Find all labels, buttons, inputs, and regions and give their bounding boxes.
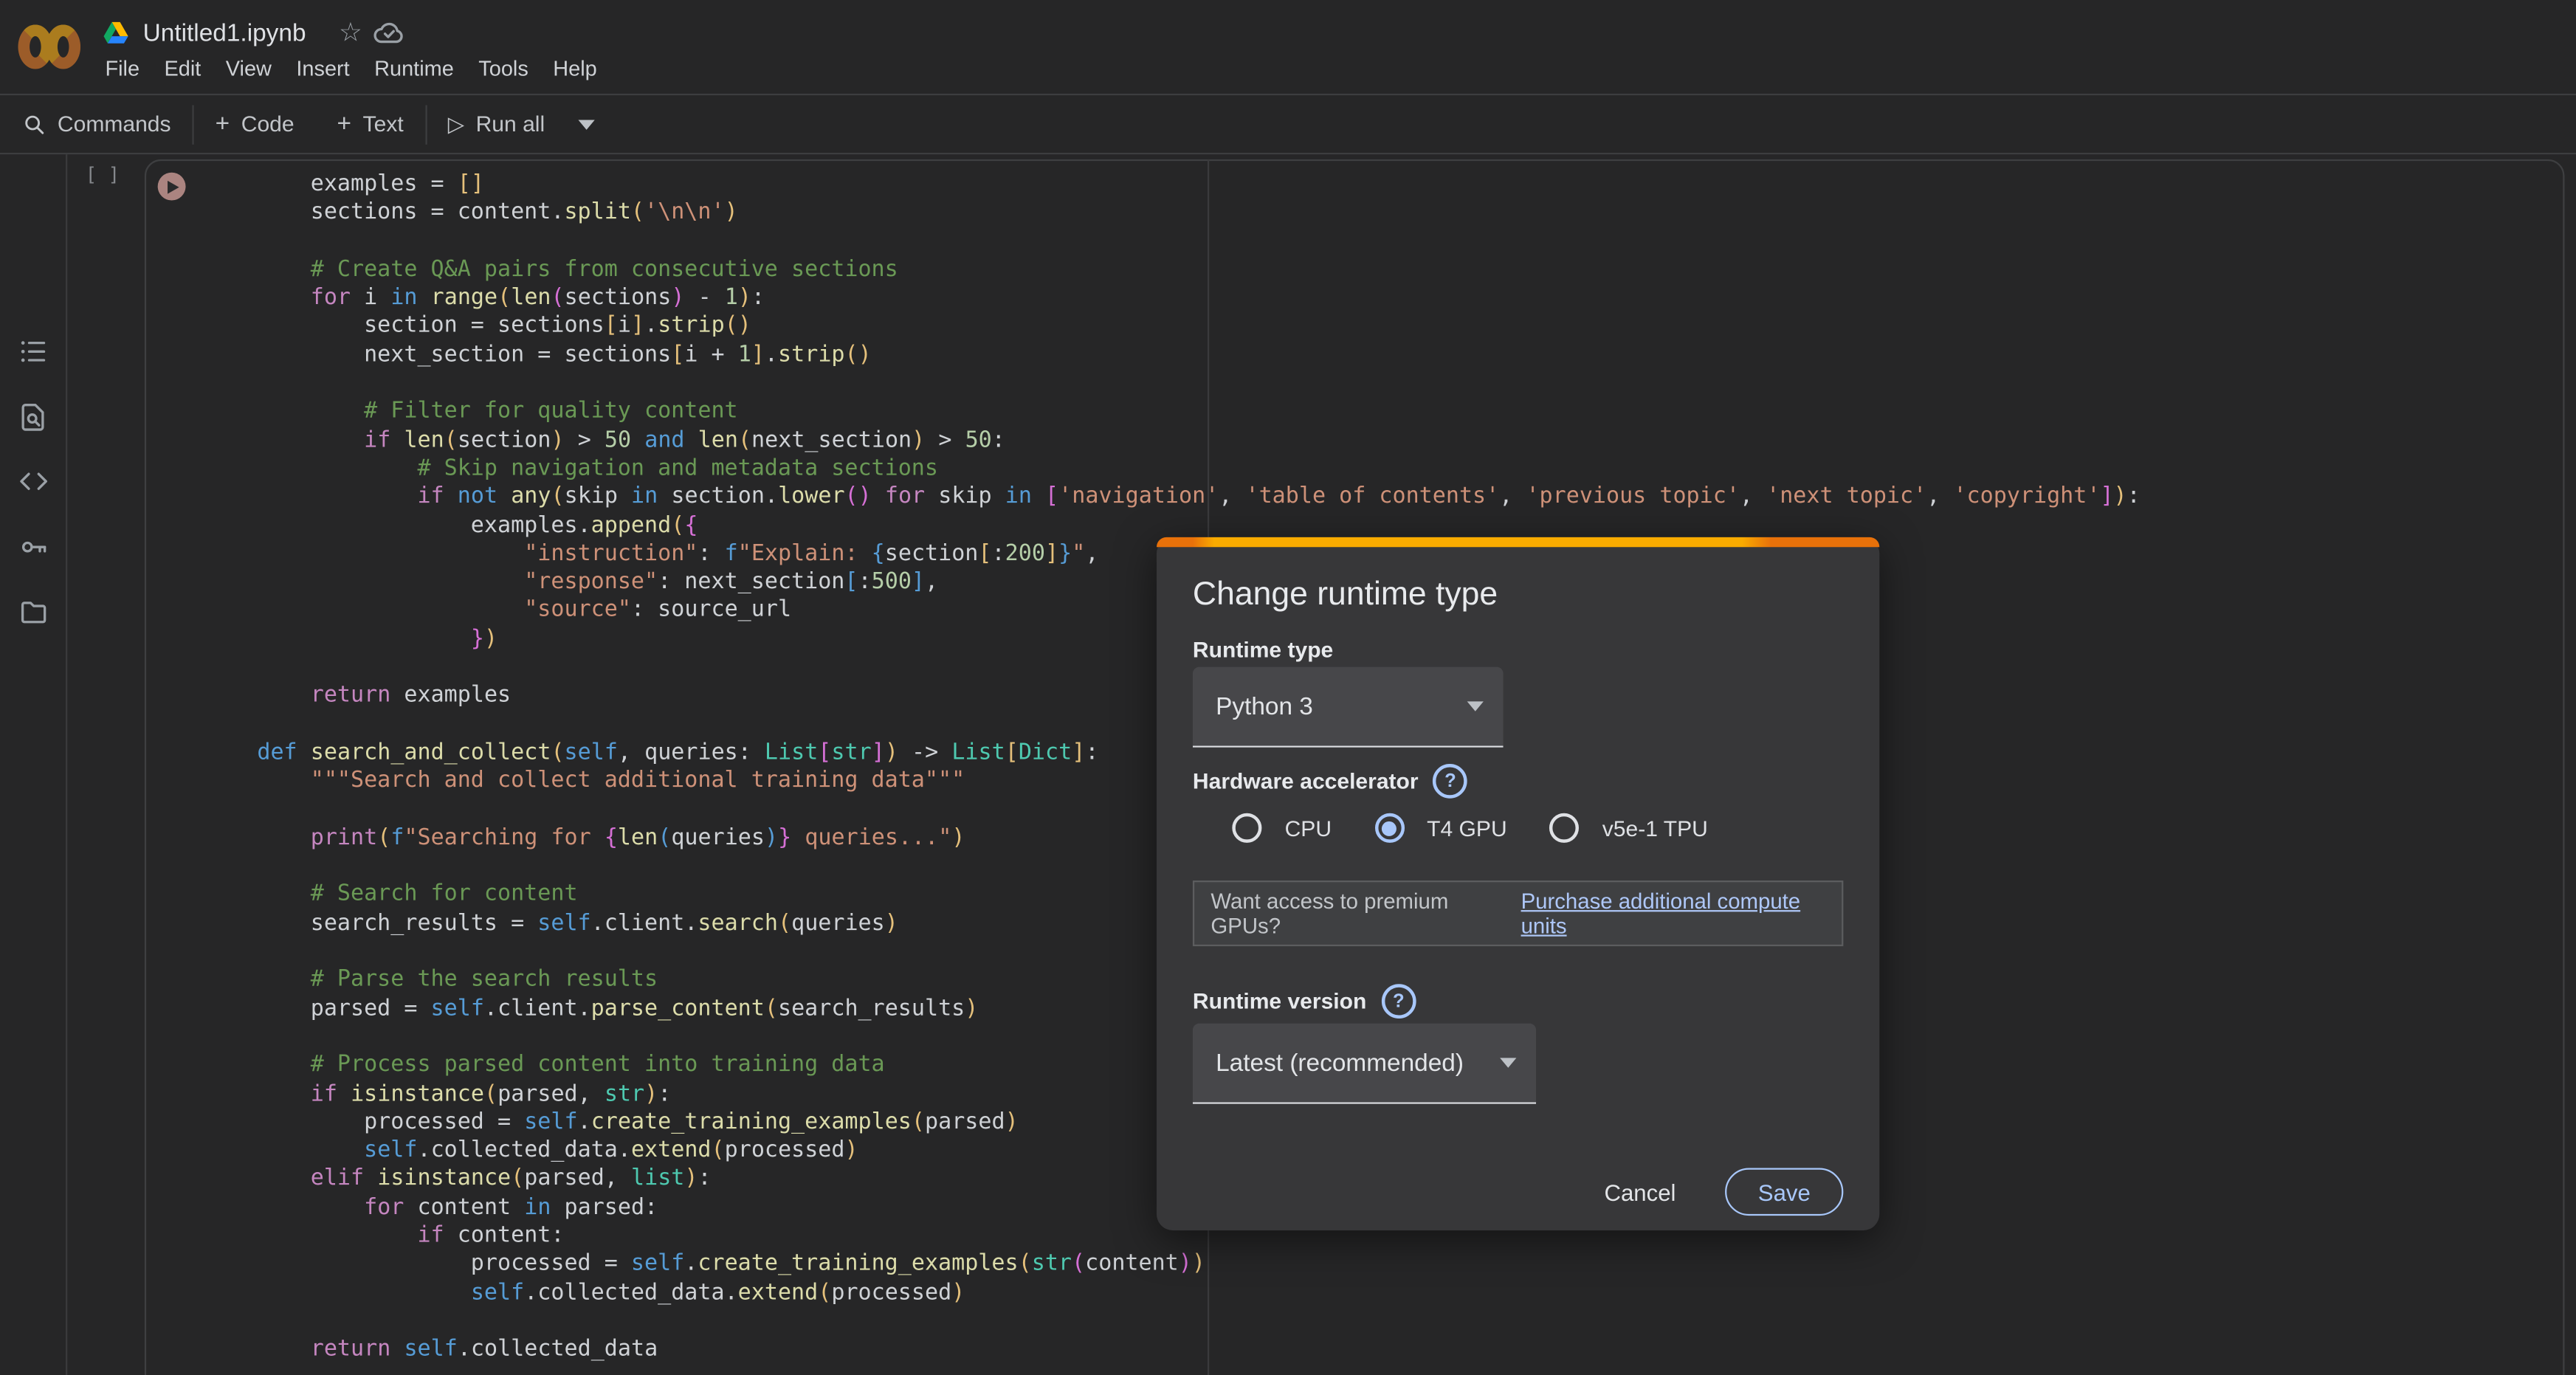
sidebar-item-files[interactable]: [0, 580, 66, 646]
save-button[interactable]: Save: [1725, 1168, 1843, 1216]
search-icon: [23, 112, 46, 135]
radio-label: T4 GPU: [1427, 816, 1507, 840]
premium-gpu-banner: Want access to premium GPUs? Purchase ad…: [1193, 881, 1843, 946]
menubar: File Edit View Insert Runtime Tools Help: [105, 56, 596, 80]
toolbar-divider: [192, 104, 193, 143]
toolbar-divider: [425, 104, 427, 143]
menu-tools[interactable]: Tools: [478, 56, 528, 80]
accelerator-label: Hardware accelerator: [1193, 769, 1419, 793]
menu-insert[interactable]: Insert: [296, 56, 349, 80]
menu-view[interactable]: View: [226, 56, 272, 80]
toolbar: Commands + Code + Text ▷ Run all: [0, 95, 2576, 154]
star-icon[interactable]: ☆: [339, 16, 362, 49]
folder-icon: [17, 598, 48, 627]
find-in-document-icon: [18, 402, 47, 432]
menu-file[interactable]: File: [105, 56, 140, 80]
radio-v5e-1-tpu[interactable]: v5e-1 TPU: [1550, 813, 1708, 843]
chevron-down-icon: [1500, 1058, 1516, 1067]
run-all-button[interactable]: ▷ Run all: [448, 111, 545, 137]
key-icon: [17, 532, 48, 562]
runtime-version-select[interactable]: Latest (recommended): [1193, 1024, 1536, 1104]
runtime-version-help-icon[interactable]: ?: [1381, 984, 1416, 1019]
add-code-label: Code: [241, 111, 295, 136]
radio-selected-icon[interactable]: [1374, 813, 1404, 843]
sidebar-item-table-of-contents[interactable]: [0, 319, 66, 385]
radio-label: CPU: [1285, 816, 1332, 840]
runtime-type-value: Python 3: [1216, 692, 1313, 720]
code-icon: [17, 466, 48, 496]
app-header: Untitled1.ipynb ☆ File Edit View Insert Runt…: [0, 0, 2576, 95]
run-all-label: Run all: [476, 111, 545, 136]
cell-execution-marker: [ ]: [86, 162, 120, 185]
sidebar-item-secrets[interactable]: [0, 514, 66, 580]
commands-button[interactable]: Commands: [23, 111, 171, 136]
radio-cpu[interactable]: CPU: [1232, 813, 1332, 843]
runtime-type-label: Runtime type: [1193, 638, 1333, 662]
sidebar-item-find-replace[interactable]: [0, 385, 66, 450]
table-of-contents-icon: [18, 337, 47, 366]
commands-label: Commands: [58, 111, 171, 136]
radio-unselected-icon[interactable]: [1550, 813, 1580, 843]
accelerator-help-icon[interactable]: ?: [1433, 764, 1468, 799]
sidebar-item-code-snippets[interactable]: [0, 449, 66, 514]
dialog-title: Change runtime type: [1193, 576, 1498, 614]
accelerator-radio-group: CPU T4 GPU v5e-1 TPU: [1232, 813, 1708, 843]
runtime-version-label: Runtime version: [1193, 989, 1366, 1013]
change-runtime-dialog: Change runtime type Runtime type Python …: [1157, 537, 1879, 1230]
left-sidebar: [0, 154, 67, 1375]
play-outline-icon: ▷: [448, 111, 464, 137]
colab-logo-ring-right: [46, 24, 80, 68]
add-text-label: Text: [363, 111, 404, 136]
radio-label: v5e-1 TPU: [1602, 816, 1708, 840]
menu-help[interactable]: Help: [553, 56, 597, 80]
radio-unselected-icon[interactable]: [1232, 813, 1261, 843]
cloud-save-icon[interactable]: [372, 20, 405, 46]
premium-gpu-text: Want access to premium GPUs?: [1210, 889, 1514, 938]
menu-edit[interactable]: Edit: [164, 56, 201, 80]
runtime-version-value: Latest (recommended): [1216, 1049, 1464, 1077]
drive-icon: [102, 17, 130, 48]
run-all-options-caret[interactable]: [578, 119, 594, 128]
notebook-title[interactable]: Untitled1.ipynb: [143, 19, 306, 47]
dialog-accent-bar: [1157, 537, 1879, 547]
run-cell-button[interactable]: [158, 173, 186, 201]
chevron-down-icon: [1467, 701, 1484, 711]
runtime-type-select[interactable]: Python 3: [1193, 667, 1504, 748]
add-code-button[interactable]: + Code: [216, 110, 295, 138]
plus-icon: +: [337, 110, 351, 138]
menu-runtime[interactable]: Runtime: [374, 56, 454, 80]
cancel-button[interactable]: Cancel: [1604, 1179, 1676, 1205]
add-text-button[interactable]: + Text: [337, 110, 403, 138]
plus-icon: +: [216, 110, 230, 138]
colab-app: Untitled1.ipynb ☆ File Edit View Insert Runt…: [0, 0, 2576, 1375]
radio-t4-gpu[interactable]: T4 GPU: [1374, 813, 1507, 843]
colab-logo[interactable]: [18, 15, 93, 77]
purchase-compute-units-link[interactable]: Purchase additional compute units: [1521, 889, 1842, 938]
